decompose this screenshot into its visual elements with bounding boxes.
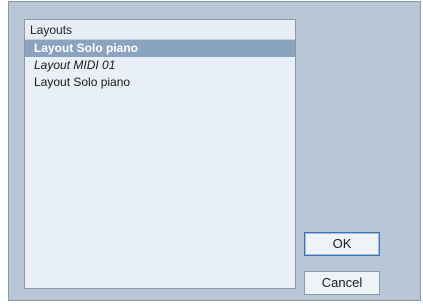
layouts-dialog: Layouts Layout Solo piano Layout MIDI 01… — [8, 1, 421, 301]
layouts-list-panel: Layouts Layout Solo piano Layout MIDI 01… — [24, 19, 296, 289]
layouts-list[interactable]: Layout Solo piano Layout MIDI 01 Layout … — [25, 40, 295, 288]
layout-list-item[interactable]: Layout Solo piano — [25, 74, 295, 91]
cancel-button[interactable]: Cancel — [304, 271, 380, 295]
layout-list-item[interactable]: Layout Solo piano — [25, 40, 295, 57]
layout-list-item[interactable]: Layout MIDI 01 — [25, 57, 295, 74]
ok-button[interactable]: OK — [304, 232, 380, 256]
layouts-list-header: Layouts — [25, 20, 295, 40]
